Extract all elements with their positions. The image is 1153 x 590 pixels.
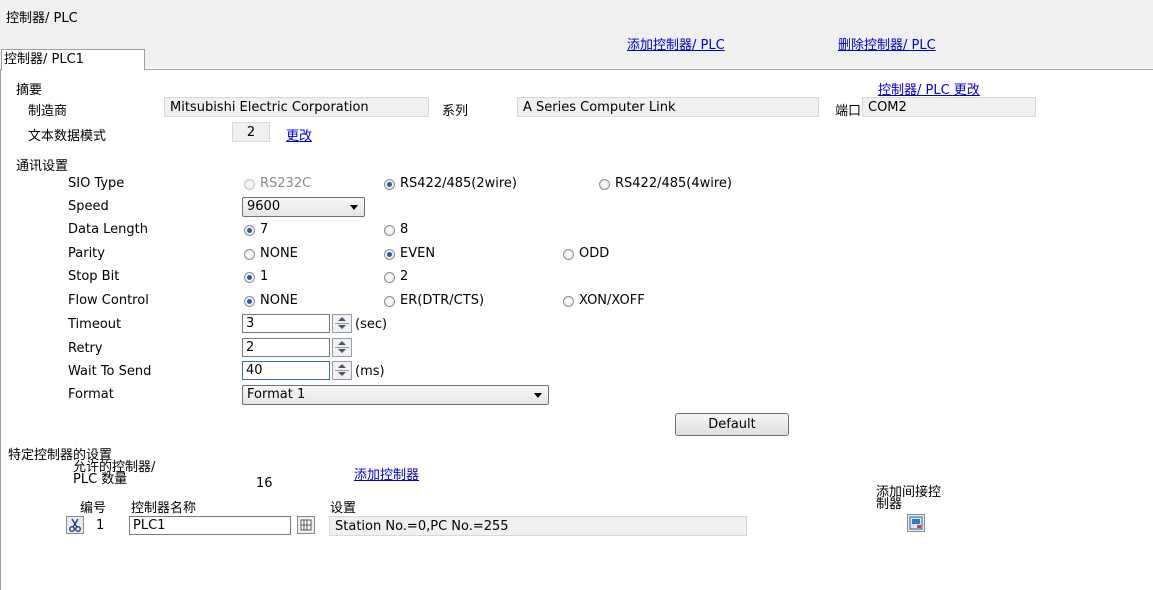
settings-grid-icon[interactable] <box>297 516 315 534</box>
stop-bit-label: Stop Bit <box>68 269 120 284</box>
data-length-8-label: 8 <box>400 222 409 237</box>
page-title: 控制器/ PLC <box>6 11 78 26</box>
parity-label: Parity <box>68 246 105 261</box>
port-field: COM2 <box>862 97 1036 117</box>
retry-input[interactable]: 2 <box>242 338 330 357</box>
format-label: Format <box>68 387 114 402</box>
text-mode-change-link[interactable]: 更改 <box>286 125 312 144</box>
controller-settings-field: Station No.=0,PC No.=255 <box>329 516 747 536</box>
timeout-input[interactable]: 3 <box>242 314 330 333</box>
text-mode-value: 2 <box>232 122 270 142</box>
row-number: 1 <box>96 518 105 533</box>
parity-odd-label: ODD <box>579 246 610 261</box>
panel-border <box>0 69 1 590</box>
controller-name-input[interactable]: PLC1 <box>129 516 291 535</box>
wait-to-send-unit: (ms) <box>355 364 385 379</box>
chevron-down-icon <box>350 205 358 210</box>
data-length-7-label: 7 <box>260 222 269 237</box>
sio-rs422-2wire-radio[interactable] <box>384 179 395 190</box>
wait-to-send-spinner[interactable] <box>332 361 352 380</box>
wait-to-send-label: Wait To Send <box>68 364 152 379</box>
sio-type-label: SIO Type <box>68 176 125 191</box>
plc-change-link[interactable]: 控制器/ PLC 更改 <box>878 79 980 98</box>
col-header-name: 控制器名称 <box>131 501 197 516</box>
flow-er-radio[interactable] <box>384 296 395 307</box>
chevron-down-icon <box>534 393 542 398</box>
flow-none-label: NONE <box>260 293 298 308</box>
data-length-label: Data Length <box>68 222 149 237</box>
flow-xon-radio[interactable] <box>563 296 574 307</box>
sio-rs422-2wire-label: RS422/485(2wire) <box>400 176 518 191</box>
data-length-7-radio[interactable] <box>244 225 255 236</box>
manufacturer-label: 制造商 <box>28 104 68 119</box>
speed-value: 9600 <box>247 199 281 214</box>
col-header-no: 编号 <box>80 501 107 516</box>
timeout-spinner[interactable] <box>332 314 352 333</box>
speed-select[interactable]: 9600 <box>242 197 365 217</box>
wait-to-send-input[interactable]: 40 <box>242 361 330 380</box>
allowed-count-value: 16 <box>256 476 273 491</box>
manufacturer-field: Mitsubishi Electric Corporation <box>164 97 429 117</box>
sio-rs232c-label: RS232C <box>260 176 312 191</box>
parity-none-label: NONE <box>260 246 298 261</box>
default-button[interactable]: Default <box>675 413 789 436</box>
parity-even-radio[interactable] <box>384 249 395 260</box>
tab-border <box>145 69 1153 70</box>
timeout-label: Timeout <box>68 317 122 332</box>
format-select[interactable]: Format 1 <box>242 385 549 405</box>
series-label: 系列 <box>442 104 469 119</box>
flow-er-label: ER(DTR/CTS) <box>400 293 485 308</box>
stop-bit-2-label: 2 <box>400 269 409 284</box>
parity-odd-radio[interactable] <box>563 249 574 260</box>
data-length-8-radio[interactable] <box>384 225 395 236</box>
stop-bit-1-radio[interactable] <box>244 272 255 283</box>
cut-icon[interactable] <box>66 516 84 534</box>
flow-xon-label: XON/XOFF <box>579 293 645 308</box>
port-label: 端口 <box>835 104 862 119</box>
add-plc-link[interactable]: 添加控制器/ PLC <box>627 34 725 53</box>
series-field: A Series Computer Link <box>517 97 819 117</box>
timeout-unit: (sec) <box>355 317 388 332</box>
sio-rs422-4wire-radio[interactable] <box>599 179 610 190</box>
add-controller-link[interactable]: 添加控制器 <box>354 464 419 483</box>
retry-label: Retry <box>68 341 103 356</box>
delete-plc-link[interactable]: 删除控制器/ PLC <box>838 34 936 53</box>
col-header-settings: 设置 <box>330 501 357 516</box>
text-mode-label: 文本数据模式 <box>28 129 107 144</box>
header-bar <box>0 0 1153 68</box>
stop-bit-1-label: 1 <box>260 269 269 284</box>
flow-none-radio[interactable] <box>244 296 255 307</box>
col-header-indirect-line2: 制器 <box>876 497 903 512</box>
parity-none-radio[interactable] <box>244 249 255 260</box>
speed-label: Speed <box>68 199 109 214</box>
summary-heading: 摘要 <box>16 83 43 98</box>
parity-even-label: EVEN <box>400 246 436 261</box>
stop-bit-2-radio[interactable] <box>384 272 395 283</box>
sio-rs422-4wire-label: RS422/485(4wire) <box>615 176 733 191</box>
add-indirect-icon[interactable] <box>907 514 925 532</box>
allowed-count-label-line2: PLC 数量 <box>73 472 128 487</box>
sio-rs232c-radio[interactable] <box>244 179 255 190</box>
retry-spinner[interactable] <box>332 338 352 357</box>
format-value: Format 1 <box>247 387 306 402</box>
tab-plc1[interactable]: 控制器/ PLC1 <box>1 49 145 70</box>
comm-heading: 通讯设置 <box>16 159 69 174</box>
flow-control-label: Flow Control <box>68 293 149 308</box>
